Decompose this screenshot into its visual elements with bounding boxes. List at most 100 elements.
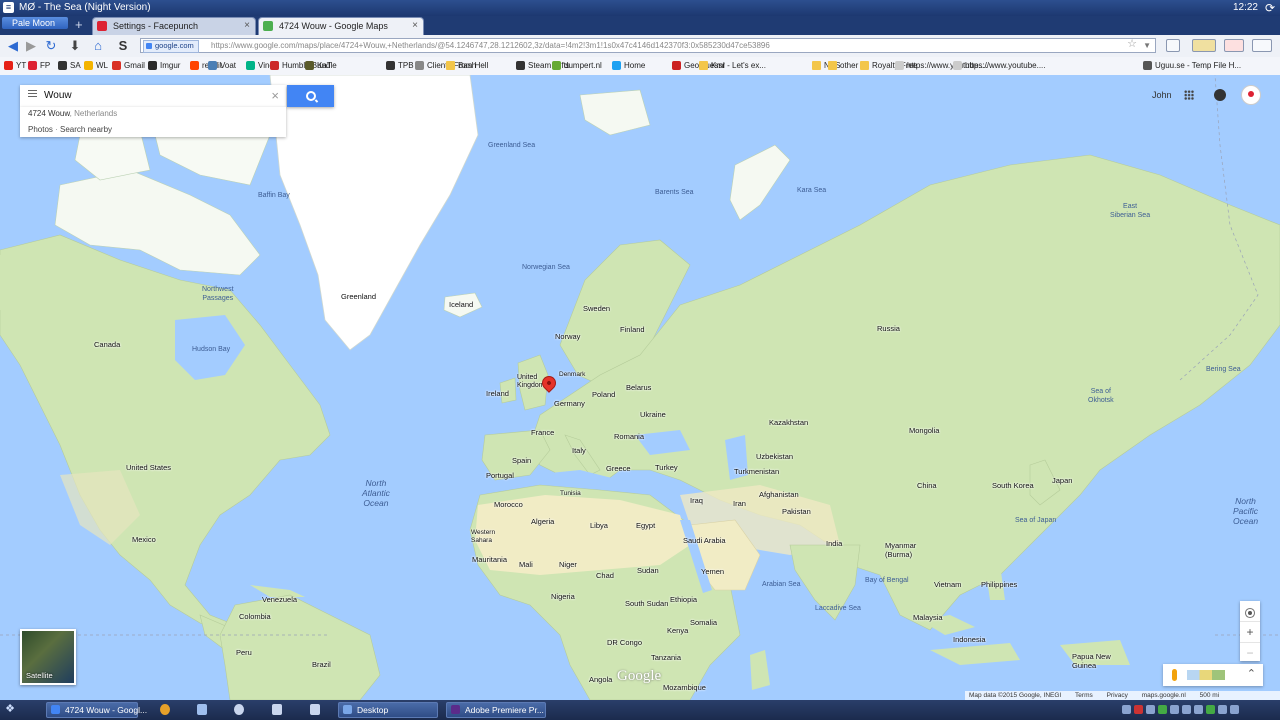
tab-label: Settings - Facepunch [113, 21, 199, 31]
tray-icon[interactable] [1146, 705, 1155, 714]
label-east-siberian-sea: East Siberian Sea [1110, 203, 1151, 219]
favicon-icon [672, 61, 681, 70]
domain-link[interactable]: maps.google.nl [1142, 692, 1186, 699]
bookmark-item[interactable]: KaT [305, 59, 332, 72]
tray-icon[interactable] [1182, 705, 1191, 714]
label-arabian-sea: Arabian Sea [762, 581, 801, 588]
label-egypt: Egypt [636, 521, 656, 530]
addon-button-2[interactable] [1224, 39, 1244, 52]
label-portugal: Portugal [486, 471, 514, 480]
clock: 12:22 [1232, 2, 1258, 13]
home-button[interactable]: ⌂ [90, 38, 106, 54]
download-icon[interactable]: ⬇ [67, 38, 83, 54]
steam-icon[interactable] [234, 704, 244, 715]
tray-icon[interactable] [1170, 705, 1179, 714]
imagery-thumbnails[interactable] [1187, 670, 1225, 680]
pin-icon[interactable] [197, 704, 207, 715]
chevron-up-icon[interactable]: ⌃ [1247, 667, 1256, 680]
window-menu-icon[interactable]: ≡ [3, 2, 14, 13]
taskbar-task-google-maps[interactable]: 4724 Wouw - Googl... [46, 702, 147, 718]
chrome-icon[interactable] [160, 704, 170, 715]
bookmark-item[interactable]: SA [58, 59, 81, 72]
account-name[interactable]: John [1152, 90, 1172, 100]
taskbar-task-premiere[interactable]: Adobe Premiere Pr... [446, 702, 546, 718]
tray-icon[interactable] [1158, 705, 1167, 714]
folder-icon [699, 61, 708, 70]
tray-icon[interactable] [1218, 705, 1227, 714]
place-title[interactable]: 4724 Wouw, Netherlands [28, 109, 117, 118]
bookmark-item[interactable]: Gmail [112, 59, 145, 72]
satellite-toggle[interactable]: Satellite [20, 629, 76, 685]
tray-icon[interactable] [1230, 705, 1239, 714]
label-mexico: Mexico [132, 535, 156, 544]
apps-grid-icon[interactable] [1184, 90, 1194, 100]
tab-close-icon[interactable]: × [412, 18, 418, 34]
tray-icon[interactable] [1194, 705, 1203, 714]
bookmark-item[interactable]: dumpert.nl [552, 59, 602, 72]
close-icon[interactable]: × [271, 88, 279, 103]
photos-link[interactable]: Photos [28, 125, 53, 134]
search-nearby-link[interactable]: Search nearby [60, 125, 112, 134]
label-indonesia: Indonesia [953, 635, 986, 644]
privacy-link[interactable]: Privacy [1107, 692, 1128, 699]
zoom-out-button[interactable]: − [1240, 643, 1260, 663]
search-button[interactable] [287, 85, 334, 107]
pegman-icon[interactable] [1172, 669, 1177, 681]
label-ethiopia: Ethiopia [670, 595, 698, 604]
url-text[interactable]: https://www.google.com/maps/place/4724+W… [211, 39, 770, 52]
app-icon[interactable] [272, 704, 282, 715]
label-hudson-bay: Hudson Bay [192, 346, 231, 353]
place-name: 4724 Wouw [28, 109, 70, 118]
notifications-bell-icon[interactable] [1214, 89, 1226, 101]
reload-button[interactable]: ↻ [43, 38, 59, 54]
bookmark-item[interactable]: Uguu.se - Temp File H... [1143, 59, 1241, 72]
bookmark-item[interactable]: other [828, 59, 858, 72]
label-russia: Russia [877, 324, 900, 333]
label-kazakhstan: Kazakhstan [769, 418, 809, 427]
bookmark-item[interactable]: FP [28, 59, 50, 72]
start-button[interactable]: ❖ [3, 702, 17, 716]
bookmark-item[interactable]: Bash [446, 59, 476, 72]
bookmark-item[interactable]: YT [4, 59, 26, 72]
refresh-icon[interactable]: ⟳ [1265, 1, 1275, 15]
search-input[interactable]: Wouw [44, 90, 72, 101]
taskbar-task-desktop[interactable]: Desktop [338, 702, 438, 718]
bookmark-star-icon[interactable]: ☆ [1127, 38, 1137, 51]
menu-icon[interactable] [28, 93, 37, 94]
tab-settings-facepunch[interactable]: Settings - Facepunch × [92, 17, 256, 35]
avatar[interactable] [1241, 85, 1261, 105]
bookmark-item[interactable]: Voat [208, 59, 236, 72]
new-tab-icon[interactable]: + [75, 17, 83, 32]
forward-button[interactable]: ▶ [23, 38, 39, 54]
tray-icon[interactable] [1134, 705, 1143, 714]
bookmark-item[interactable]: https://www.youtube.... [953, 59, 1045, 72]
address-bar[interactable]: google.com https://www.google.com/maps/p… [140, 38, 1156, 53]
bookmark-item[interactable]: WL [84, 59, 108, 72]
terms-link[interactable]: Terms [1075, 692, 1093, 699]
bookmark-item[interactable]: TPB [386, 59, 414, 72]
feed-icon[interactable] [1166, 39, 1180, 52]
map-canvas[interactable]: Greenland Sea Baffin Bay Barents Sea Kar… [0, 75, 1280, 700]
addon-button[interactable] [1192, 39, 1216, 52]
label-vietnam: Vietnam [934, 580, 962, 589]
zoom-in-button[interactable]: + [1240, 622, 1260, 643]
favicon-icon [148, 61, 157, 70]
tab-google-maps[interactable]: 4724 Wouw - Google Maps × [258, 17, 424, 35]
label-turkey: Turkey [655, 463, 678, 472]
back-button[interactable]: ◀ [5, 38, 21, 54]
my-location-button[interactable] [1240, 601, 1260, 622]
bookmark-item[interactable]: Kml [699, 59, 725, 72]
url-dropdown-icon[interactable]: ▼ [1143, 39, 1151, 52]
app-icon-2[interactable] [310, 704, 320, 715]
tray-icon[interactable] [1206, 705, 1215, 714]
bookmark-item[interactable]: Home [612, 59, 645, 72]
tab-close-icon[interactable]: × [244, 18, 250, 34]
bookmark-item[interactable]: Imgur [148, 59, 180, 72]
label-tanzania: Tanzania [651, 653, 682, 662]
tray-icon[interactable] [1122, 705, 1131, 714]
stylish-icon[interactable]: S [115, 38, 131, 54]
site-identity-button[interactable]: google.com [143, 40, 199, 53]
app-menu-button[interactable]: Pale Moon [2, 17, 68, 29]
menu-button[interactable] [1252, 39, 1272, 52]
bookmark-label: YT [16, 61, 27, 70]
